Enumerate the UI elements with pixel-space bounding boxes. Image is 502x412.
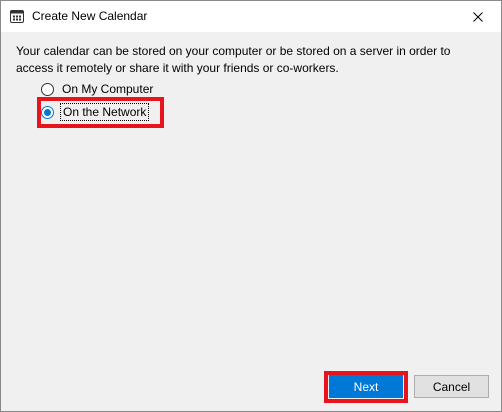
radio-unchecked-icon[interactable] [41, 82, 54, 96]
radio-dot-icon [44, 108, 51, 116]
radio-checked-icon[interactable] [41, 105, 54, 119]
close-icon [473, 11, 483, 22]
create-calendar-dialog: Create New Calendar Your calendar can be… [0, 0, 502, 412]
radio-on-my-computer[interactable]: On My Computer [41, 79, 153, 99]
storage-description: Your calendar can be stored on your comp… [16, 44, 451, 75]
title-bar: Create New Calendar [1, 1, 501, 32]
close-button[interactable] [455, 1, 501, 32]
window-title: Create New Calendar [32, 9, 148, 23]
radio-label-on-my-computer[interactable]: On My Computer [62, 82, 153, 96]
dialog-content: Your calendar can be stored on your comp… [1, 32, 501, 411]
cancel-button[interactable]: Cancel [414, 375, 489, 398]
radio-on-the-network[interactable]: On the Network [41, 102, 150, 122]
next-button[interactable]: Next [329, 375, 403, 398]
radio-label-on-the-network[interactable]: On the Network [60, 103, 150, 121]
calendar-icon [10, 10, 24, 23]
